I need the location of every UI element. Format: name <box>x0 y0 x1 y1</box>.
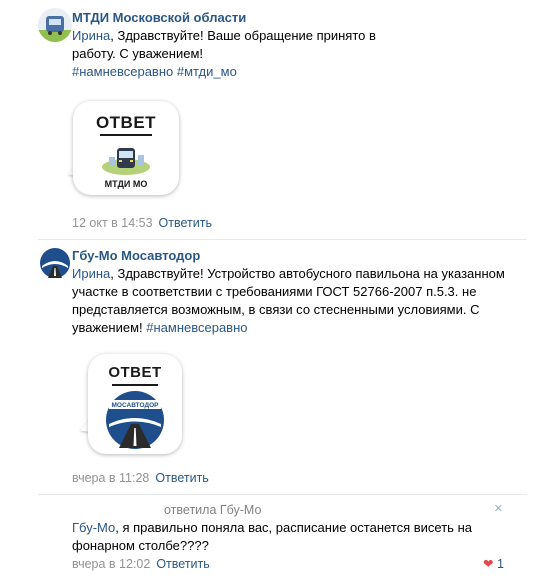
reply-card-image[interactable]: ОТВЕТ МТДИ МО <box>73 101 179 195</box>
heart-icon: ❤ <box>483 557 494 571</box>
avatar[interactable] <box>38 246 72 280</box>
comment-date[interactable]: вчера в 11:28 <box>72 471 149 485</box>
comment-text: Ирина, Здравствуйте! Устройство автобусн… <box>72 265 512 337</box>
hashtag-link[interactable]: #намневсеравно #мтди_мо <box>72 64 237 79</box>
replied-to-label[interactable]: ответила Гбу-Мо <box>164 503 261 517</box>
comment-text: Гбу-Мо, я правильно поняла вас, расписан… <box>72 519 492 555</box>
reply-button[interactable]: Ответить <box>155 471 208 485</box>
reply-card-image[interactable]: ОТВЕТ МОСАВТОДОР <box>88 354 182 454</box>
comment-body: , Здравствуйте! Ваше обращение принято в… <box>72 28 376 61</box>
comment-body: , Здравствуйте! Устройство автобусного п… <box>72 266 505 335</box>
divider <box>38 494 527 495</box>
like-count: 1 <box>496 557 504 571</box>
reply-button[interactable]: Ответить <box>156 557 209 571</box>
comment-author[interactable]: МТДИ Московской области <box>72 10 246 25</box>
card-title: ОТВЕТ <box>108 364 162 381</box>
addressee-link[interactable]: Гбу-Мо <box>72 520 115 535</box>
bus-icon <box>102 148 150 175</box>
card-underline <box>100 134 152 136</box>
avatar[interactable] <box>38 8 72 42</box>
comment-meta: вчера в 11:28 Ответить <box>72 471 209 485</box>
card-subtitle: МТДИ МО <box>104 179 148 189</box>
addressee-link[interactable]: Ирина <box>72 266 110 281</box>
comment-body: , я правильно поняла вас, расписание ост… <box>72 520 472 553</box>
mtdi-logo-icon <box>38 8 72 42</box>
card-title: ОТВЕТ <box>95 113 157 132</box>
comment-author[interactable]: Гбу-Мо Мосавтодор <box>72 248 200 263</box>
card-underline <box>112 384 158 386</box>
comment-date[interactable]: 12 окт в 14:53 <box>72 216 153 230</box>
comment-date[interactable]: вчера в 12:02 <box>72 557 150 571</box>
mosavtodor-logo-icon <box>38 246 72 280</box>
divider <box>38 239 527 240</box>
reply-button[interactable]: Ответить <box>159 216 212 230</box>
comment-meta: вчера в 12:02 Ответить <box>72 557 210 571</box>
addressee-link[interactable]: Ирина <box>72 28 110 43</box>
close-icon[interactable]: × <box>494 500 503 517</box>
mosavtodor-emblem-icon: МОСАВТОДОР <box>106 391 164 449</box>
comment-text: Ирина, Здравствуйте! Ваше обращение прин… <box>72 27 402 81</box>
comment-meta: 12 окт в 14:53 Ответить <box>72 216 212 230</box>
like-button[interactable]: ❤ 1 <box>483 556 504 571</box>
hashtag-link[interactable]: #намневсеравно <box>146 320 247 335</box>
svg-text:МОСАВТОДОР: МОСАВТОДОР <box>112 402 160 409</box>
